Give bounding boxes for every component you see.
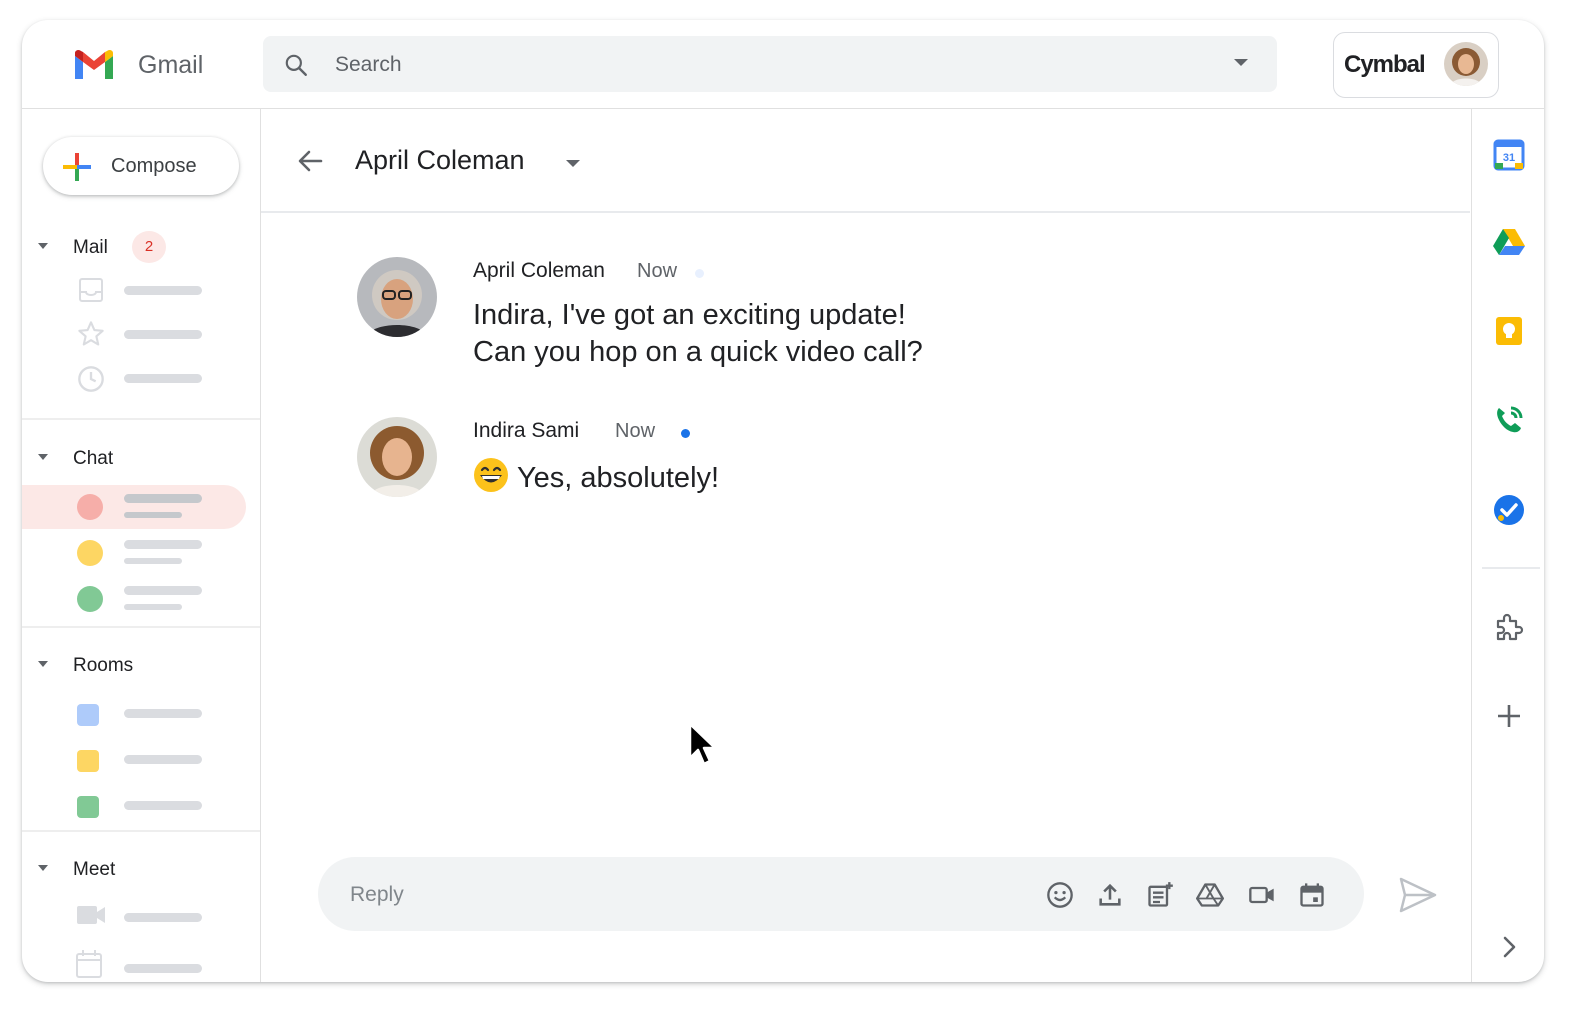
section-divider (22, 626, 260, 628)
chat-item-placeholder[interactable] (124, 540, 202, 549)
gmail-window: Gmail Cymbal (22, 20, 1544, 982)
search-bar[interactable] (263, 36, 1277, 94)
drive-icon[interactable] (1196, 881, 1224, 909)
mouse-pointer-icon (688, 722, 717, 766)
search-options-dropdown-icon[interactable] (1233, 58, 1249, 68)
side-panel-rail: 31 (1471, 109, 1544, 982)
section-mail-label: Mail (73, 237, 108, 258)
rail-divider (1482, 567, 1540, 569)
reply-input[interactable] (348, 857, 1032, 933)
top-bar: Gmail Cymbal (22, 20, 1544, 109)
section-meet[interactable]: Meet (22, 851, 260, 887)
compose-label: Compose (111, 155, 197, 177)
chat-item-active[interactable] (22, 485, 246, 529)
sender-avatar[interactable] (357, 257, 437, 337)
message-text: Indira, I've got an exciting update! Can… (473, 297, 923, 371)
video-camera-icon[interactable] (76, 904, 106, 926)
section-divider (22, 830, 260, 832)
collapse-caret-icon[interactable] (38, 865, 48, 871)
section-meet-label: Meet (73, 859, 116, 880)
svg-text:31: 31 (1503, 152, 1515, 164)
calendar-icon[interactable]: 31 (1493, 139, 1525, 171)
chat-item-placeholder[interactable] (124, 586, 202, 595)
compose-button[interactable]: Compose (43, 137, 239, 195)
app-name: Gmail (138, 51, 204, 79)
upload-icon[interactable] (1096, 881, 1124, 909)
message-time: Now (637, 260, 678, 282)
message-line: Indira, I've got an exciting update! (473, 299, 906, 331)
status-dot (695, 269, 704, 278)
mail-item-placeholder[interactable] (124, 330, 202, 339)
chat-item-placeholder (124, 494, 202, 503)
conversation-menu-dropdown-icon[interactable] (565, 159, 581, 169)
grinning-face-emoji-icon (474, 458, 508, 492)
chat-avatar-dot[interactable] (77, 586, 103, 612)
clock-icon[interactable] (77, 365, 105, 393)
section-chat-label: Chat (73, 448, 114, 469)
collapse-caret-icon[interactable] (38, 661, 48, 667)
search-icon[interactable] (283, 52, 309, 78)
left-navigation: Compose Mail 2 Chat Rooms Meet (22, 109, 261, 982)
unread-badge: 2 (132, 231, 166, 263)
add-icon[interactable] (1493, 700, 1525, 732)
account-brand: Cymbal (1344, 51, 1426, 78)
emoji-icon[interactable] (1046, 881, 1074, 909)
sender-name: April Coleman (473, 259, 605, 282)
sender-name: Indira Sami (473, 419, 580, 442)
chat-avatar-dot[interactable] (77, 540, 103, 566)
section-chat[interactable]: Chat (22, 440, 260, 476)
collapse-caret-icon[interactable] (38, 454, 48, 460)
drive-icon[interactable] (1493, 226, 1525, 258)
send-icon[interactable] (1399, 877, 1437, 913)
chat-item-placeholder (124, 512, 182, 518)
conversation-title[interactable]: April Coleman (355, 145, 525, 176)
room-item-placeholder[interactable] (124, 755, 202, 764)
chat-avatar-dot (77, 494, 103, 520)
reply-bar (318, 857, 1364, 933)
video-icon[interactable] (1248, 881, 1276, 909)
chat-item-placeholder[interactable] (124, 604, 182, 610)
section-rooms[interactable]: Rooms (22, 647, 260, 683)
expand-icon[interactable] (1493, 931, 1525, 963)
message-line: Yes, absolutely! (517, 462, 720, 494)
room-icon[interactable] (77, 750, 99, 772)
conversation-header: April Coleman (261, 109, 1470, 213)
section-divider (22, 418, 260, 420)
room-icon[interactable] (77, 704, 99, 726)
section-rooms-label: Rooms (73, 655, 134, 676)
message-line: Can you hop on a quick video call? (473, 336, 923, 368)
user-avatar[interactable] (1444, 42, 1488, 86)
voice-icon[interactable] (1493, 404, 1525, 436)
gmail-logo[interactable] (72, 48, 116, 82)
search-input[interactable] (333, 36, 1217, 94)
calendar-icon[interactable] (1298, 881, 1326, 909)
calendar-outline-icon[interactable] (76, 950, 102, 978)
star-icon[interactable] (77, 320, 105, 348)
room-item-placeholder[interactable] (124, 801, 202, 810)
meet-item-placeholder[interactable] (124, 913, 202, 922)
room-icon[interactable] (77, 796, 99, 818)
tasks-icon[interactable] (1493, 494, 1525, 526)
conversation-pane: April Coleman April Coleman Now Indira, … (261, 109, 1470, 982)
status-dot (681, 429, 690, 438)
meet-item-placeholder[interactable] (124, 964, 202, 973)
message-time: Now (615, 420, 656, 442)
message-text: Yes, absolutely! (473, 457, 719, 497)
account-switcher[interactable]: Cymbal (1333, 32, 1499, 98)
mail-item-placeholder[interactable] (124, 286, 202, 295)
sender-avatar[interactable] (357, 417, 437, 497)
room-item-placeholder[interactable] (124, 709, 202, 718)
keep-icon[interactable] (1493, 315, 1525, 347)
collapse-caret-icon[interactable] (38, 243, 48, 249)
add-doc-icon[interactable] (1146, 881, 1174, 909)
section-mail[interactable]: Mail 2 (22, 229, 260, 265)
compose-plus-icon (63, 153, 91, 181)
mail-item-placeholder[interactable] (124, 374, 202, 383)
inbox-icon[interactable] (78, 277, 104, 303)
addons-icon[interactable] (1493, 612, 1525, 644)
chat-item-placeholder[interactable] (124, 558, 182, 564)
back-arrow-icon[interactable] (297, 149, 323, 173)
